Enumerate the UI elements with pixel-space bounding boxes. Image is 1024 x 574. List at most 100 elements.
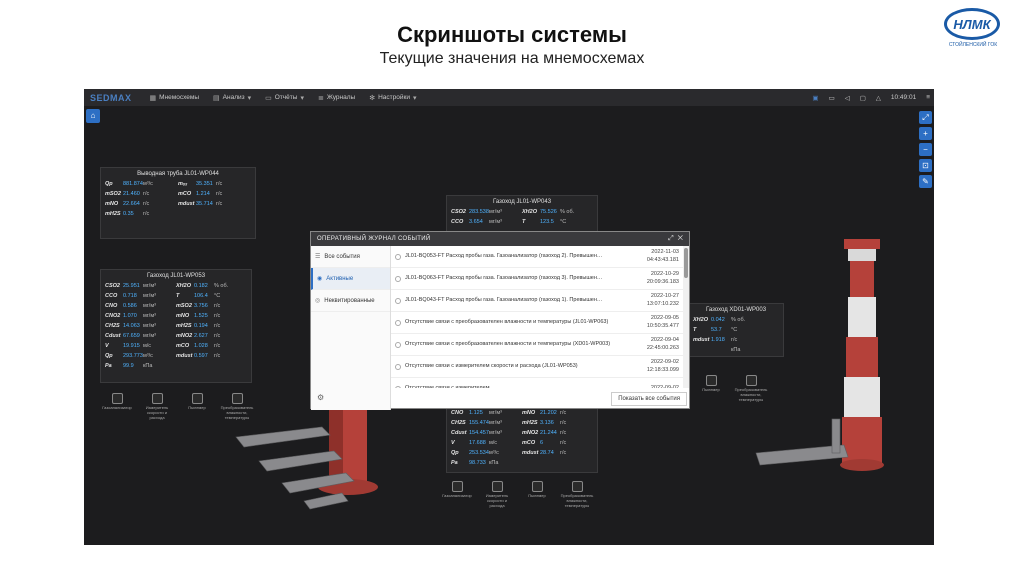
param-label: Cdust	[451, 430, 467, 436]
menu-journals[interactable]: ≣ Журналы	[318, 94, 355, 102]
expand-icon[interactable]: ⤢	[668, 235, 674, 242]
param-label: mH2S	[176, 323, 192, 329]
param-unit: °C	[214, 293, 221, 299]
param-value: 17.688	[469, 440, 486, 446]
event-timestamp: 2022-09-04 22:45:00.263	[615, 337, 679, 352]
device-icon-item[interactable]: Пылемер	[520, 481, 554, 508]
menu-icon[interactable]: ≡	[926, 94, 930, 101]
event-row[interactable]: JL01-BQ043-FT Расход пробы газа. Газоана…	[391, 290, 683, 312]
param-label: CSO2	[105, 283, 120, 289]
fit-icon: ⊡	[922, 161, 929, 170]
device-icon-item[interactable]: Измеритель скорости и расхода	[480, 481, 514, 508]
param-cell: mCO 1.028 г/с	[176, 343, 247, 349]
param-label: Pa	[105, 363, 112, 369]
panel-row: V 19.915 м/с mCO 1.028 г/с	[101, 341, 251, 351]
tab-active[interactable]: ◉ Активные	[311, 268, 390, 290]
scroll-thumb[interactable]	[684, 248, 688, 278]
ack-checkbox[interactable]	[395, 253, 401, 260]
fit-button[interactable]: ⊡	[919, 159, 932, 172]
menu-mnemonics[interactable]: ▦ Мнемосхемы	[150, 94, 200, 102]
tab-unacknowledged[interactable]: ◎ Неквитированные	[311, 290, 390, 312]
device-icon-item[interactable]: Пылемер	[694, 375, 728, 402]
param-unit: м/с	[489, 440, 498, 446]
device-icon-item[interactable]: Преобразователь влажности, температуры	[220, 393, 254, 420]
param-unit: м³/с	[143, 353, 153, 359]
param-value: 283.538	[469, 209, 489, 215]
menu-settings[interactable]: ✻ Настройки ▾	[369, 94, 416, 102]
param-value: 0.586	[123, 303, 137, 309]
panel-row: CSO2 25.951 мг/м³ XH2O 0.182% об.	[101, 281, 251, 291]
event-date: 2022-09-05	[650, 315, 679, 322]
event-row[interactable]: Отсутствие связи с преобразователен влаж…	[391, 312, 683, 334]
volume-icon[interactable]: ◁	[845, 94, 850, 102]
fullscreen-button[interactable]: ⤢	[919, 111, 932, 124]
param-label: mNO	[105, 201, 119, 207]
param-label: mSO2	[176, 303, 192, 309]
device-icon-item[interactable]: Газоанализатор	[440, 481, 474, 508]
monitor-icon[interactable]: ▣	[812, 94, 818, 102]
param-unit: г/с	[216, 181, 223, 187]
zoom-in-button[interactable]: +	[919, 127, 932, 140]
ack-checkbox[interactable]	[395, 319, 401, 326]
param-value: 1.070	[123, 313, 137, 319]
scrollbar[interactable]	[683, 246, 689, 388]
device-icon-item[interactable]: Пылемер	[180, 393, 214, 420]
param-value: 21.460	[123, 191, 140, 197]
window-icon[interactable]: ▭	[829, 94, 835, 102]
devices-right: Пылемер Преобразователь влажности, темпер…	[694, 375, 768, 402]
param-label: CCO	[451, 219, 464, 225]
param-unit: мг/м³	[489, 420, 502, 426]
event-row[interactable]: Отсутствие связи с преобразователен влаж…	[391, 334, 683, 356]
event-text: JL01-BQ043-FT Расход пробы газа. Газоана…	[405, 296, 603, 303]
device-icon-item[interactable]: Измеритель скорости и расхода	[140, 393, 174, 420]
param-unit: г/с	[214, 343, 221, 349]
panel-rows: Qp 881.874 м³/с mₒₓ 35.351 г/с mSO2 21.460 г/с mC…	[101, 179, 255, 219]
panel-row: CSO2 283.538 мг/м³ XH2O 75.526% об.	[447, 207, 597, 217]
topbar-status: ▣ ▭ ◁ ▢ △ 10:49:01 ≡	[812, 89, 930, 106]
device-icon-item[interactable]: Преобразователь влажности, температуры	[560, 481, 594, 508]
param-label: mNO	[522, 410, 536, 416]
panel-row: Qp 253.534 м³/с mdust 28.74 г/с	[447, 448, 597, 458]
param-cell: CCO 0.718 мг/м³	[105, 293, 176, 299]
param-cell: Cdust 67.659 мг/м³	[105, 333, 176, 339]
ack-checkbox[interactable]	[395, 297, 401, 304]
right-ducts	[755, 418, 849, 466]
bell-icon[interactable]: △	[876, 94, 881, 102]
event-row[interactable]: JL01-BQ063-FT Расход пробы газа. Газоана…	[391, 268, 683, 290]
event-timestamp: 2022-10-29 20:09:36.183	[615, 271, 679, 286]
panel-row: mNO 22.664 г/с mdust 35.714 г/с	[101, 199, 255, 209]
company-logo: НЛМК стойленский гок	[940, 8, 1006, 50]
param-cell: CNO 1.125 мг/м³	[451, 410, 522, 416]
menu-analysis[interactable]: ▤ Анализ ▾	[213, 94, 251, 102]
lock-icon[interactable]: ▢	[860, 94, 866, 102]
menu-label: Журналы	[326, 94, 356, 101]
show-all-events-button[interactable]: Показать все события	[611, 392, 687, 406]
param-value: 53.7	[711, 327, 722, 333]
param-label: Qp	[105, 181, 113, 187]
ack-checkbox[interactable]	[395, 275, 401, 282]
ack-checkbox[interactable]	[395, 341, 401, 348]
event-row[interactable]: JL01-BQ053-FT Расход пробы газа. Газоана…	[391, 246, 683, 268]
settings-gear-icon[interactable]: ⚙	[317, 393, 324, 402]
event-row[interactable]: Отсутствие связи с измерителем 2022-09-02	[391, 378, 683, 388]
event-row[interactable]: Отсутствие связи с измерителем скорости …	[391, 356, 683, 378]
param-label: T	[176, 293, 180, 299]
param-value: 3.654	[469, 219, 483, 225]
devices-left: Газоанализатор Измеритель скорости и расх…	[100, 393, 254, 420]
param-unit: мг/м³	[489, 209, 502, 215]
device-icon-item[interactable]: Газоанализатор	[100, 393, 134, 420]
param-value: 293.773	[123, 353, 143, 359]
tab-all-events[interactable]: ☰ Все события	[311, 246, 390, 268]
panel-row: Pa 99.9 кПа	[101, 361, 251, 371]
device-icon-item[interactable]: Преобразователь влажности, температуры	[734, 375, 768, 402]
close-icon[interactable]: ✕	[678, 235, 683, 242]
device-label: Газоанализатор	[102, 405, 132, 410]
zoom-out-button[interactable]: −	[919, 143, 932, 156]
param-cell: mNO 1.525 г/с	[176, 313, 247, 319]
menu-reports[interactable]: ▭ Отчёты ▾	[265, 94, 304, 102]
ack-checkbox[interactable]	[395, 363, 401, 370]
panel-row: Cdust 154.457 мг/м³ mNO2 21.244 г/с	[447, 428, 597, 438]
param-value: 22.664	[123, 201, 140, 207]
edit-button[interactable]: ✎	[919, 175, 932, 188]
home-tool-button[interactable]: ⌂	[86, 109, 100, 123]
